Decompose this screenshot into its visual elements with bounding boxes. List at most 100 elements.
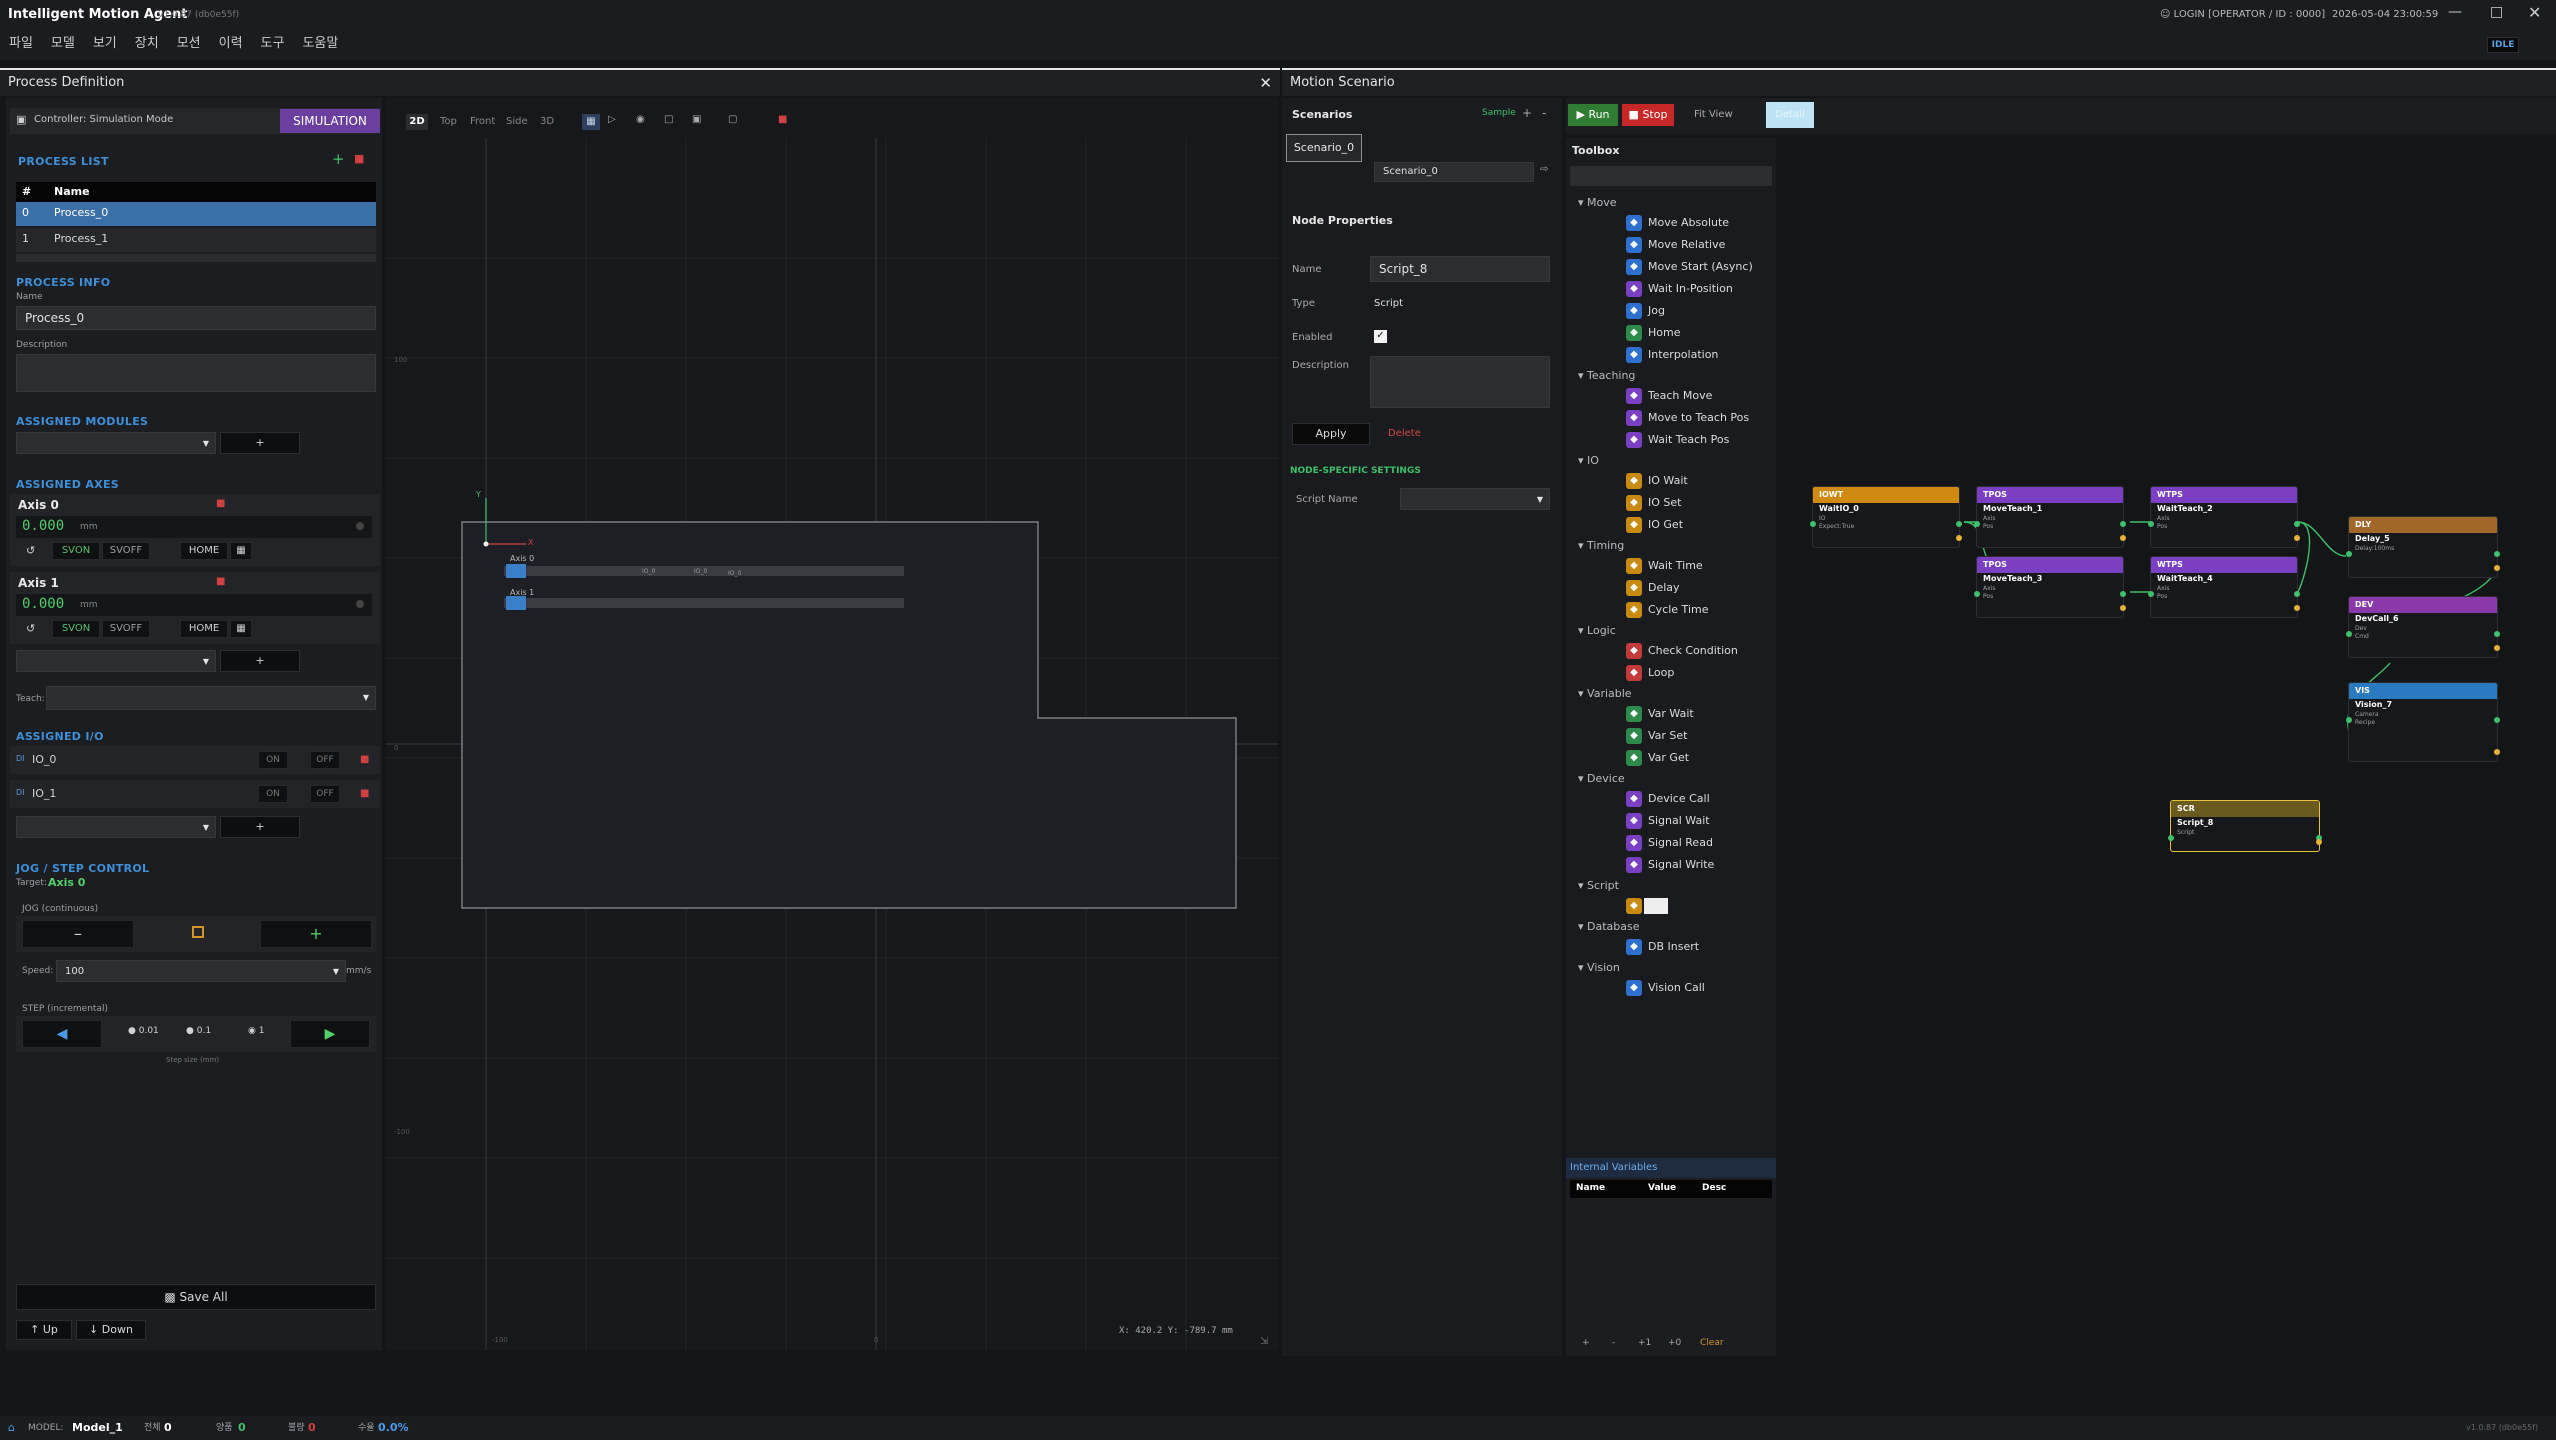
toolbox-category[interactable]: ▾ Device [1578, 770, 1625, 788]
process-description-input[interactable] [16, 354, 376, 392]
io-on-button[interactable]: ON [258, 751, 288, 769]
remove-var-button[interactable]: - [1612, 1338, 1615, 1348]
toolbox-category[interactable]: ▾ Timing [1578, 537, 1624, 555]
toolbox-item[interactable]: ◆ DB Insert [1626, 937, 1699, 957]
menu-item[interactable]: 도구 [252, 32, 294, 56]
stop-button[interactable]: ■ Stop [1622, 104, 1674, 126]
view-3d-button[interactable]: 3D [540, 116, 554, 127]
toolbox-item[interactable]: ◆ [1626, 896, 1668, 916]
scenario-name-input[interactable]: Scenario_0 [1374, 162, 1534, 182]
home-button[interactable]: HOME [180, 620, 228, 638]
teach-select[interactable]: ▼ [46, 686, 376, 710]
toolbox-category[interactable]: ▾ Vision [1578, 959, 1620, 977]
add-io-button[interactable]: + [220, 816, 300, 838]
menu-item[interactable]: 이력 [210, 32, 252, 56]
toolbox-item[interactable]: ◆ IO Wait [1626, 471, 1688, 491]
output-port[interactable] [2494, 631, 2500, 637]
output-port[interactable] [1956, 521, 1962, 527]
view-top-button[interactable]: Top [440, 116, 457, 127]
toolbox-item[interactable]: ◆ Loop [1626, 663, 1674, 683]
data-port[interactable] [2494, 749, 2500, 755]
input-port[interactable] [2346, 551, 2352, 557]
input-port[interactable] [1974, 591, 1980, 597]
input-port[interactable] [2346, 631, 2352, 637]
data-port[interactable] [2294, 535, 2300, 541]
data-port[interactable] [2294, 605, 2300, 611]
fit-icon[interactable]: ▢ [728, 114, 737, 125]
trash-icon[interactable]: ■ [360, 754, 369, 765]
menu-item[interactable]: 장치 [126, 32, 168, 56]
script-name-select[interactable]: ▼ [1400, 488, 1550, 510]
flow-node[interactable]: TPOS MoveTeach_3 Axis Pos [1974, 556, 2126, 618]
toolbox-item[interactable]: ◆ IO Get [1626, 515, 1683, 535]
target-icon[interactable]: ◉ [636, 114, 645, 125]
step-option-0-01[interactable]: ● 0.01 [128, 1026, 159, 1036]
delete-process-icon[interactable]: ■ [354, 152, 364, 165]
toolbox-search[interactable] [1570, 166, 1772, 186]
table-row[interactable]: 1 Process_1 [16, 228, 376, 252]
move-down-button[interactable]: ↓ Down [76, 1320, 146, 1340]
login-status[interactable]: ☺ LOGIN [OPERATOR / ID : 0000] [2160, 9, 2325, 20]
toolbox-item[interactable]: ◆ Home [1626, 323, 1680, 343]
run-button[interactable]: ▶ Run [1568, 104, 1618, 126]
toolbox-item[interactable]: ◆ Wait Teach Pos [1626, 430, 1729, 450]
toolbox-item[interactable]: ◆ Wait Time [1626, 556, 1703, 576]
close-panel-icon[interactable]: ✕ [1259, 70, 1272, 96]
table-row[interactable]: 0 Process_0 [16, 202, 376, 226]
input-port[interactable] [1974, 521, 1980, 527]
toolbox-item[interactable]: ◆ Move to Teach Pos [1626, 408, 1749, 428]
toolbox-category[interactable]: ▾ Script [1578, 877, 1619, 895]
toolbox-category[interactable]: ▾ IO [1578, 452, 1599, 470]
toolbox-item[interactable]: ◆ Vision Call [1626, 978, 1705, 998]
delete-node-button[interactable]: Delete [1388, 428, 1421, 439]
jog-minus-button[interactable]: – [22, 920, 134, 948]
module-select[interactable]: ▼ [16, 432, 216, 454]
toolbox-category[interactable]: ▾ Move [1578, 194, 1617, 212]
step-option-1[interactable]: ◉ 1 [248, 1026, 264, 1036]
toolbox-item[interactable]: ◆ Signal Write [1626, 855, 1714, 875]
toolbox-item[interactable]: ◆ Move Relative [1626, 235, 1725, 255]
output-port[interactable] [2294, 591, 2300, 597]
maximize-icon[interactable]: □ [2490, 4, 2503, 20]
rename-icon[interactable]: ⇨ [1540, 164, 1548, 175]
node-description-input[interactable] [1370, 356, 1550, 408]
toolbox-item[interactable]: ◆ Move Start (Async) [1626, 257, 1753, 277]
script-input-box[interactable] [1644, 898, 1668, 914]
remove-axis-icon[interactable]: ■ [216, 576, 225, 587]
simulation-button[interactable]: SIMULATION [280, 109, 380, 133]
output-port[interactable] [2120, 521, 2126, 527]
data-port[interactable] [2494, 645, 2500, 651]
remove-scenario-icon[interactable]: - [1542, 106, 1546, 120]
grid-icon[interactable]: ▦ [582, 114, 600, 130]
add-process-icon[interactable]: + [332, 150, 345, 168]
toolbox-category[interactable]: ▾ Teaching [1578, 367, 1635, 385]
data-port[interactable] [2120, 605, 2126, 611]
add-scenario-icon[interactable]: + [1522, 106, 1532, 120]
node-name-input[interactable]: Script_8 [1370, 256, 1550, 282]
reset-icon[interactable]: ↺ [26, 622, 35, 635]
input-port[interactable] [2148, 591, 2154, 597]
add-var-button[interactable]: + [1582, 1338, 1590, 1348]
home-button[interactable]: HOME [180, 542, 228, 560]
toolbox-item[interactable]: ◆ Signal Wait [1626, 811, 1710, 831]
io-off-button[interactable]: OFF [310, 751, 340, 769]
output-port[interactable] [2494, 717, 2500, 723]
step-minus-button[interactable]: ◀ [22, 1020, 102, 1048]
reset-icon[interactable]: ↺ [26, 544, 35, 557]
output-port[interactable] [2120, 591, 2126, 597]
toolbox-item[interactable]: ◆ Check Condition [1626, 641, 1738, 661]
view-2d-button[interactable]: 2D [406, 114, 428, 130]
io-on-button[interactable]: ON [258, 785, 288, 803]
toolbox-item[interactable]: ◆ Jog [1626, 301, 1665, 321]
toolbox-item[interactable]: ◆ Var Set [1626, 726, 1688, 746]
output-port[interactable] [2294, 521, 2300, 527]
viewport[interactable]: 2D Top Front Side 3D ▦ ▷ ◉ □ ▣ ▢ ■ Y X 1… [386, 98, 1278, 1350]
trash-icon[interactable]: ■ [778, 114, 787, 125]
input-port[interactable] [2168, 835, 2174, 841]
step-plus-button[interactable]: ▶ [290, 1020, 370, 1048]
remove-axis-icon[interactable]: ■ [216, 498, 225, 509]
detail-button[interactable]: Detail [1766, 102, 1814, 128]
toolbox-category[interactable]: ▾ Variable [1578, 685, 1632, 703]
data-port[interactable] [1956, 535, 1962, 541]
toolbox-item[interactable]: ◆ Device Call [1626, 789, 1710, 809]
